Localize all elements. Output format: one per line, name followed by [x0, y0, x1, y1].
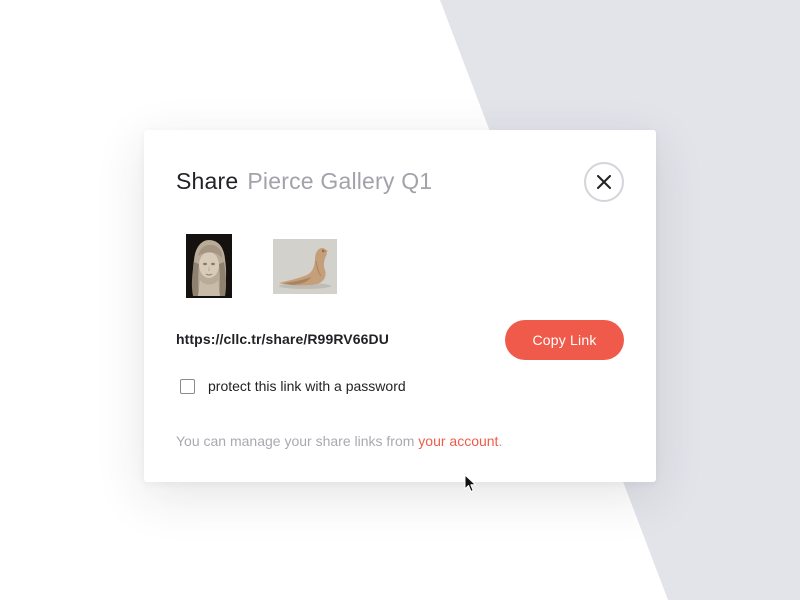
password-checkbox[interactable]: [180, 378, 195, 394]
password-option[interactable]: protect this link with a password: [180, 378, 406, 394]
arrow-cursor-icon: [464, 474, 476, 492]
close-icon: [597, 175, 611, 189]
account-link[interactable]: your account: [418, 433, 498, 449]
footer-text-before: You can manage your share links from: [176, 433, 419, 449]
thumbnail-ceramic-bird[interactable]: [273, 239, 337, 294]
screen: Share Pierce Gallery Q1 https://cllc.tr/…: [0, 0, 800, 600]
share-dialog: Share Pierce Gallery Q1 https://cllc.tr/…: [144, 130, 656, 482]
dialog-header: Share Pierce Gallery Q1: [176, 168, 432, 196]
share-link-url[interactable]: https://cllc.tr/share/R99RV66DU: [176, 331, 389, 347]
close-button[interactable]: [584, 162, 624, 202]
footer-note: You can manage your share links from you…: [176, 433, 502, 449]
ceramic-bird-image: [273, 239, 337, 294]
marble-bust-image: [186, 234, 232, 298]
thumbnail-marble-child-bust[interactable]: [186, 234, 232, 298]
dialog-title: Share: [176, 168, 239, 194]
copy-link-button[interactable]: Copy Link: [505, 320, 624, 360]
footer-text-after: .: [498, 433, 503, 449]
dialog-subtitle: Pierce Gallery Q1: [247, 168, 433, 194]
password-checkbox-label[interactable]: protect this link with a password: [208, 378, 406, 394]
